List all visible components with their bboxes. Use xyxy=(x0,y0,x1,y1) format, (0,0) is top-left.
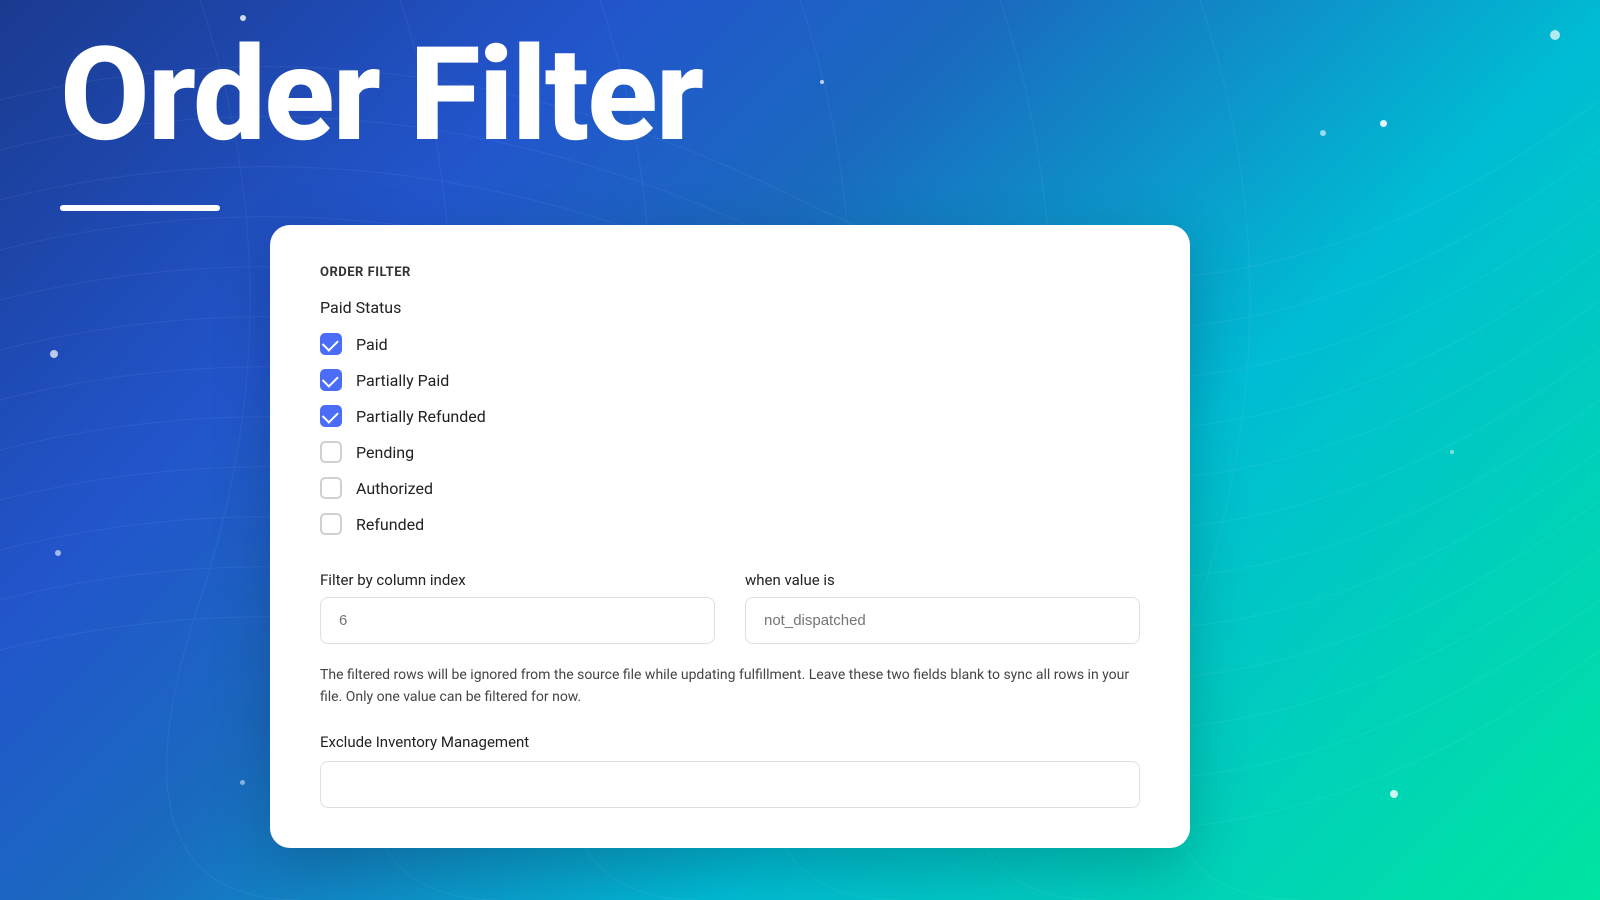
checkbox-refunded-label: Refunded xyxy=(356,515,424,534)
dot xyxy=(240,780,245,785)
helper-text: The filtered rows will be ignored from t… xyxy=(320,664,1140,709)
checkbox-pending-box[interactable] xyxy=(320,441,342,463)
dot xyxy=(50,350,58,358)
filter-column-group: Filter by column index xyxy=(320,571,715,644)
checkbox-partially-paid-box[interactable] xyxy=(320,369,342,391)
checkbox-list: Paid Partially Paid Partially Refunded P… xyxy=(320,333,1140,535)
checkbox-refunded[interactable]: Refunded xyxy=(320,513,1140,535)
dot xyxy=(1450,450,1454,454)
checkbox-authorized-label: Authorized xyxy=(356,479,433,498)
checkbox-refunded-box[interactable] xyxy=(320,513,342,535)
filter-value-input[interactable] xyxy=(745,597,1140,644)
dot xyxy=(55,550,61,556)
filter-column-input[interactable] xyxy=(320,597,715,644)
exclude-label: Exclude Inventory Management xyxy=(320,733,1140,751)
exclude-input[interactable] xyxy=(320,761,1140,808)
dot xyxy=(820,80,824,84)
checkbox-partially-paid-label: Partially Paid xyxy=(356,371,449,390)
filter-value-group: when value is xyxy=(745,571,1140,644)
checkbox-partially-paid[interactable]: Partially Paid xyxy=(320,369,1140,391)
filter-column-label: Filter by column index xyxy=(320,571,715,589)
paid-status-label: Paid Status xyxy=(320,298,1140,317)
section-label: ORDER FILTER xyxy=(320,265,1140,280)
checkbox-authorized-box[interactable] xyxy=(320,477,342,499)
dot xyxy=(1390,790,1398,798)
checkbox-pending-label: Pending xyxy=(356,443,414,462)
checkbox-partially-refunded-box[interactable] xyxy=(320,405,342,427)
checkbox-authorized[interactable]: Authorized xyxy=(320,477,1140,499)
order-filter-card: ORDER FILTER Paid Status Paid Partially … xyxy=(270,225,1190,848)
checkbox-paid-box[interactable] xyxy=(320,333,342,355)
dot xyxy=(1320,130,1326,136)
dot xyxy=(1380,120,1387,127)
checkbox-partially-refunded[interactable]: Partially Refunded xyxy=(320,405,1140,427)
checkbox-partially-refunded-label: Partially Refunded xyxy=(356,407,486,426)
title-underline xyxy=(60,205,220,211)
checkbox-pending[interactable]: Pending xyxy=(320,441,1140,463)
page-title: Order Filter xyxy=(60,30,702,160)
dot xyxy=(1550,30,1560,40)
checkbox-paid-label: Paid xyxy=(356,335,388,354)
filter-row: Filter by column index when value is xyxy=(320,571,1140,644)
filter-value-label: when value is xyxy=(745,571,1140,589)
checkbox-paid[interactable]: Paid xyxy=(320,333,1140,355)
